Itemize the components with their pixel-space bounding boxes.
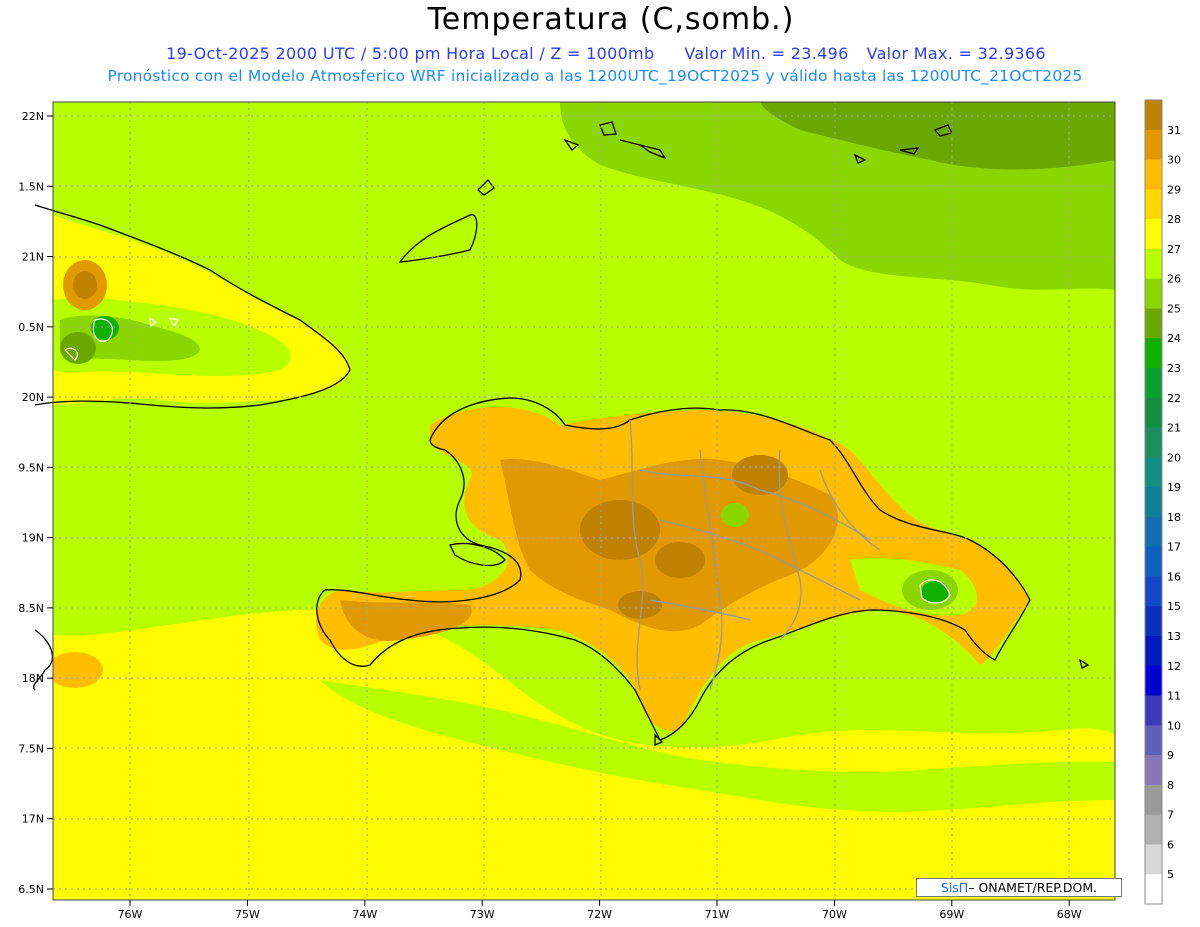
- colorbar-swatch: [1145, 755, 1162, 786]
- colorbar-label: 17: [1167, 541, 1181, 554]
- colorbar-label: 30: [1167, 154, 1181, 167]
- colorbar-swatch: [1145, 546, 1162, 577]
- lon-tick-label: 69W: [939, 908, 964, 921]
- colorbar-label: 27: [1167, 243, 1181, 256]
- cordillera-hot-core: [580, 500, 660, 560]
- colorbar-swatch: [1145, 576, 1162, 607]
- colorbar-swatch: [1145, 665, 1162, 697]
- colorbar-label: 26: [1167, 273, 1181, 286]
- colorbar-label: 9: [1167, 749, 1174, 762]
- colorbar-label: 24: [1167, 332, 1181, 345]
- colorbar-swatch: [1145, 606, 1162, 637]
- colorbar-label: 6: [1167, 838, 1174, 851]
- colorbar-label: 18: [1167, 511, 1181, 524]
- colorbar-swatch: [1145, 516, 1162, 548]
- colorbar-swatch: [1145, 100, 1162, 131]
- colorbar-label: 5: [1167, 868, 1174, 881]
- colorbar-label: 22: [1167, 392, 1181, 405]
- colorbar-label: 31: [1167, 124, 1181, 137]
- colorbar-swatch: [1145, 844, 1162, 875]
- lower-left-warm: [53, 652, 103, 688]
- colorbar-label: 25: [1167, 302, 1181, 315]
- colorbar-swatch: [1145, 368, 1162, 399]
- colorbar-swatch: [1145, 725, 1162, 756]
- colorbar-label: 23: [1167, 362, 1181, 375]
- inland-cool-spot: [721, 503, 749, 527]
- colorbar-label: 11: [1167, 690, 1181, 703]
- colorbar-label: 12: [1167, 660, 1181, 673]
- colorbar-label: 8: [1167, 779, 1174, 792]
- cuba-hot-core: [73, 271, 97, 299]
- colorbar: 31 30 29 28 27 26 25 24 23 22 21 20 19 18 17 16 15 13 12 11…: [1144, 99, 1181, 905]
- colorbar-swatch: [1145, 129, 1162, 161]
- lat-tick-label: 22N: [22, 110, 44, 123]
- colorbar-swatch: [1145, 308, 1162, 339]
- colorbar-swatch: [1145, 784, 1162, 816]
- colorbar-swatch: [1145, 397, 1162, 429]
- lon-tick-label: 70W: [822, 908, 847, 921]
- colorbar-label: 15: [1167, 600, 1181, 613]
- colorbar-swatch: [1145, 278, 1162, 309]
- colorbar-label: 16: [1167, 570, 1181, 583]
- lon-tick-label: 72W: [587, 908, 612, 921]
- lon-tick-label: 75W: [235, 908, 260, 921]
- lat-tick-label: 8.5N: [18, 602, 44, 615]
- lat-tick-label: 20N: [22, 391, 44, 404]
- colorbar-label: 13: [1167, 630, 1181, 643]
- colorbar-swatch: [1145, 427, 1162, 458]
- colorbar-label: 29: [1167, 183, 1181, 196]
- lat-tick-label: 19N: [22, 532, 44, 545]
- colorbar-swatch: [1145, 189, 1162, 220]
- colorbar-label: 28: [1167, 213, 1181, 226]
- temperature-field: [53, 102, 1115, 900]
- lat-tick-label: 6.5N: [18, 883, 44, 896]
- lon-tick-label: 74W: [352, 908, 377, 921]
- colorbar-swatch: [1145, 814, 1162, 845]
- colorbar-label: 20: [1167, 451, 1181, 464]
- colorbar-swatch: [1145, 159, 1162, 190]
- lat-tick-label: 1.5N: [18, 180, 44, 193]
- colorbar-label: 7: [1167, 809, 1174, 822]
- colorbar-label: 10: [1167, 719, 1181, 732]
- colorbar-swatch: [1145, 695, 1162, 726]
- credit-box: SisΠ– ONAMET/REP.DOM.: [916, 878, 1122, 897]
- colorbar-swatch: [1145, 874, 1162, 905]
- cuba-cool-spot: [60, 332, 96, 364]
- lat-tick-label: 0.5N: [18, 321, 44, 334]
- colorbar-swatch: [1145, 457, 1162, 488]
- lat-tick-label: 7.5N: [18, 742, 44, 755]
- lat-tick-label: 17N: [22, 813, 44, 826]
- lon-tick-label: 76W: [118, 908, 143, 921]
- colorbar-label: 21: [1167, 422, 1181, 435]
- colorbar-swatch: [1145, 219, 1162, 250]
- temperature-map: 22N 1.5N 21N 0.5N 20N 9.5N 19N 8.5N 18N 7.5N 17N 6.…: [18, 99, 1181, 921]
- colorbar-label: 19: [1167, 481, 1181, 494]
- colorbar-swatch: [1145, 636, 1162, 667]
- lat-tick-label: 9.5N: [18, 461, 44, 474]
- lon-tick-label: 73W: [470, 908, 495, 921]
- credit-org: – ONAMET/REP.DOM.: [968, 880, 1098, 895]
- southwest-hot-core: [618, 591, 662, 619]
- colorbar-swatch: [1145, 248, 1162, 280]
- colorbar-swatch: [1145, 487, 1162, 518]
- longitude-axis: 76W 75W 74W 73W 72W 71W 70W 69W 68W: [118, 900, 1082, 921]
- lat-tick-label: 21N: [22, 251, 44, 264]
- central-hot-core: [655, 542, 705, 578]
- lon-tick-label: 71W: [705, 908, 730, 921]
- lat-tick-label: 18N: [22, 672, 44, 685]
- latitude-axis: 22N 1.5N 21N 0.5N 20N 9.5N 19N 8.5N 18N 7.5N 17N 6.…: [18, 110, 53, 896]
- lon-tick-label: 68W: [1057, 908, 1082, 921]
- colorbar-swatch: [1145, 338, 1162, 369]
- sispi-logo: SisΠ: [940, 880, 969, 895]
